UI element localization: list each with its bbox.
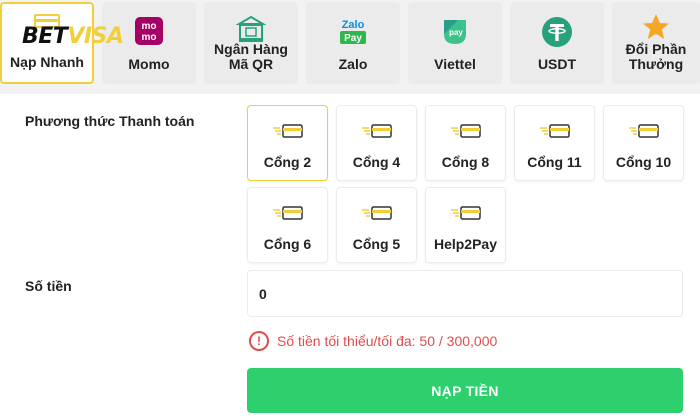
tab-label: Đổi Phần Thưởng [625,41,687,72]
payment-gate-label: Cổng 2 [263,154,312,170]
payment-gate-label: Cổng 6 [263,236,312,252]
tab-usdt[interactable]: USDT [510,2,604,84]
payment-gate-3[interactable]: Cổng 8 [425,105,506,181]
card-icon [272,124,303,138]
card-icon [361,206,392,220]
error-icon: ! [249,331,269,351]
tab-label: Nạp Nhanh [10,54,84,70]
amount-limit-warning: ! Số tiền tối thiểu/tối đa: 50 / 300,000 [249,330,497,352]
bank-qr-icon [236,15,266,42]
card-icon [450,206,481,220]
payment-gate-4[interactable]: Cổng 11 [514,105,595,181]
payment-method-label: Phương thức Thanh toán [25,113,195,129]
payment-gate-label: Cổng 8 [441,154,490,170]
tether-icon [542,17,572,47]
amount-label: Số tiền [25,278,72,294]
tab-label: Momo [128,56,170,72]
tab-label: Viettel [434,56,476,72]
star-icon [643,14,669,39]
payment-gate-6[interactable]: Cổng 6 [247,187,328,263]
viettel-pay-icon: pay [444,20,466,44]
tab-label: USDT [537,56,577,72]
tab-zalo[interactable]: Zalo Pay Zalo [306,2,400,84]
zalopay-icon: Zalo Pay [340,19,366,44]
svg-text:Pay: Pay [344,33,362,44]
payment-gate-label: Cổng 5 [352,236,401,252]
payment-gate-8[interactable]: Help2Pay [425,187,506,263]
card-icon [628,124,659,138]
svg-text:Zalo: Zalo [342,19,365,31]
deposit-form: Phương thức Thanh toán Cổng 2 Cổng 4 Cổng … [0,94,700,420]
payment-gate-grid: Cổng 2 Cổng 4 Cổng 8 Cổng 11 Cổng 10 Cổng 6 Cổ… [247,105,687,265]
payment-gate-label: Cổng 11 [527,154,582,170]
svg-text:pay: pay [449,28,463,37]
payment-gate-label: Help2Pay [433,236,498,252]
payment-gate-1[interactable]: Cổng 2 [247,105,328,181]
card-icon [272,206,303,220]
tab-label: Ngân Hàng Mã QR [214,41,288,72]
amount-limit-text: Số tiền tối thiểu/tối đa: 50 / 300,000 [277,333,498,349]
card-icon [539,124,570,138]
brand-name-part2: VISA [67,24,124,49]
payment-gate-label: Cổng 10 [615,154,672,170]
tab-ngan-hang-qr[interactable]: Ngân Hàng Mã QR [204,2,298,84]
amount-input[interactable] [247,270,683,317]
tab-doi-phan-thuong[interactable]: Đổi Phần Thưởng [612,2,700,84]
tab-label: Zalo [338,56,368,72]
brand-name-part1: BET [22,24,68,49]
deposit-submit-button[interactable]: NẠP TIỀN [247,368,683,413]
payment-gate-label: Cổng 4 [352,154,401,170]
payment-gate-2[interactable]: Cổng 4 [336,105,417,181]
tab-viettel[interactable]: pay Viettel [408,2,502,84]
deposit-method-tabs: Nạp Nhanh mo mo Momo Ngân Hàng Mã QR Zal… [0,0,700,88]
card-icon [361,124,392,138]
payment-gate-5[interactable]: Cổng 10 [603,105,684,181]
brand-logo: BETVISA [22,24,152,50]
payment-gate-7[interactable]: Cổng 5 [336,187,417,263]
card-icon [450,124,481,138]
